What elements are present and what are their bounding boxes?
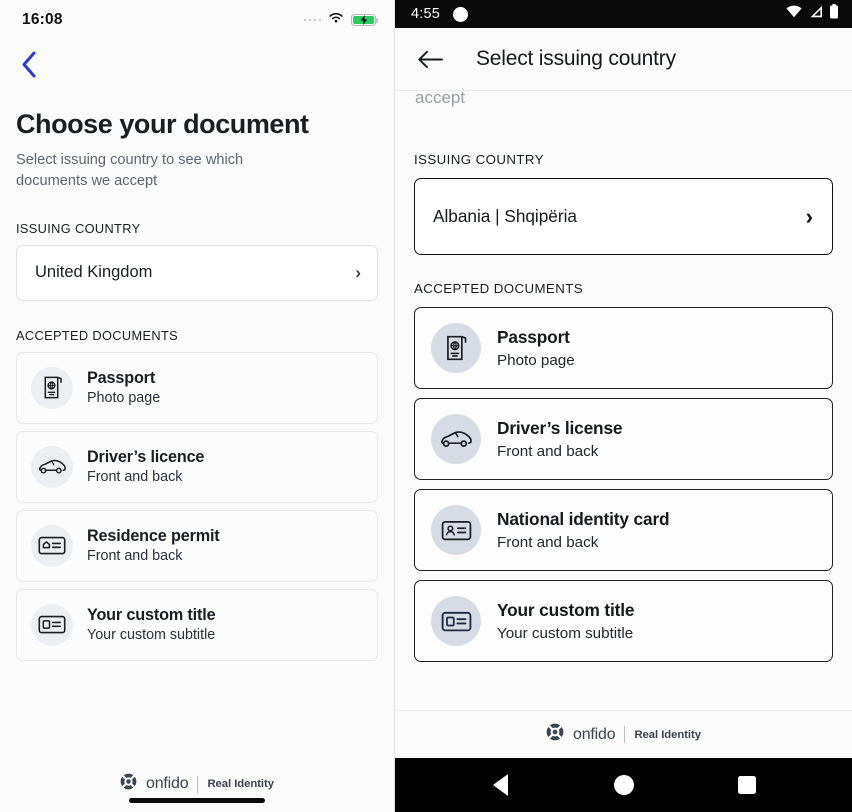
passport-icon	[431, 323, 481, 373]
document-text: Passport Photo page	[497, 327, 575, 369]
page-subtitle: Select issuing country to see which docu…	[16, 151, 244, 189]
car-icon	[31, 445, 73, 488]
accepted-documents-label: ACCEPTED DOCUMENTS	[414, 281, 583, 296]
ios-status-bar: 16:08	[0, 0, 394, 40]
wifi-icon	[328, 11, 344, 29]
battery-icon	[829, 4, 839, 24]
onfido-logo-icon	[546, 723, 564, 746]
accepted-documents-label: ACCEPTED DOCUMENTS	[16, 327, 179, 343]
document-subtitle: Your custom subtitle	[87, 627, 216, 644]
android-navigation-bar	[395, 758, 852, 812]
android-phone-panel: 4:55 Select issuing country accept ISSUI…	[395, 0, 852, 812]
brand-name: onfido	[146, 775, 189, 792]
onfido-logo-icon	[120, 773, 137, 795]
document-option-passport[interactable]: Passport Photo page	[414, 307, 833, 389]
document-option-custom[interactable]: Your custom title Your custom subtitle	[16, 588, 378, 661]
document-title: Residence permit	[87, 527, 220, 546]
signal-dots-icon	[303, 18, 321, 22]
screenshot-root: 16:08 Choose your document Select issuin…	[0, 0, 852, 812]
android-status-bar: 4:55	[395, 0, 852, 28]
document-title: Your custom title	[497, 600, 635, 620]
nav-back-icon[interactable]	[478, 762, 524, 808]
document-title: Passport	[87, 369, 156, 388]
brand-divider	[624, 726, 626, 743]
issuing-country-label: ISSUING COUNTRY	[414, 152, 544, 167]
nav-recents-icon[interactable]	[724, 762, 770, 808]
national-id-card-icon	[431, 505, 481, 555]
document-text: Driver’s license Front and back	[497, 418, 623, 460]
residence-permit-icon	[31, 524, 73, 567]
chevron-left-icon[interactable]	[12, 47, 46, 81]
document-title: Your custom title	[87, 606, 216, 625]
document-text: Driver’s licence Front and back	[87, 448, 204, 485]
ios-status-icons	[303, 11, 379, 29]
selected-country-value: United Kingdom	[35, 263, 153, 282]
document-title: Driver’s licence	[87, 448, 205, 467]
brand-divider	[197, 775, 199, 793]
chevron-right-icon: ›	[355, 263, 361, 283]
document-subtitle: Photo page	[87, 390, 161, 407]
document-text: Residence permit Front and back	[87, 527, 220, 564]
cell-signal-icon	[808, 5, 823, 23]
document-text: National identity card Front and back	[497, 509, 670, 551]
app-bar-title: Select issuing country	[476, 47, 676, 70]
android-status-icons	[786, 4, 839, 24]
ios-footer: onfido Real Identity	[0, 756, 394, 812]
ios-nav-bar	[0, 40, 394, 88]
android-status-left: 4:55	[411, 6, 469, 22]
android-status-time: 4:55	[411, 6, 441, 22]
document-option-drivers-licence[interactable]: Driver’s licence Front and back	[16, 430, 378, 503]
android-app-bar: Select issuing country	[395, 28, 852, 90]
id-card-icon	[31, 603, 73, 646]
document-option-custom[interactable]: Your custom title Your custom subtitle	[414, 580, 833, 662]
document-option-drivers-license[interactable]: Driver’s license Front and back	[414, 398, 833, 480]
android-footer: onfido Real Identity	[395, 710, 852, 758]
document-option-passport[interactable]: Passport Photo page	[16, 351, 378, 424]
country-selector[interactable]: United Kingdom ›	[16, 244, 378, 301]
id-card-icon	[431, 596, 481, 646]
arrow-left-icon[interactable]	[417, 46, 443, 72]
document-text: Your custom title Your custom subtitle	[497, 600, 634, 642]
ios-phone-panel: 16:08 Choose your document Select issuin…	[0, 0, 395, 812]
nav-home-icon[interactable]	[601, 762, 647, 808]
onfido-brand-lockup: onfido Real Identity	[546, 723, 701, 746]
battery-charging-icon	[351, 13, 379, 27]
document-subtitle: Photo page	[497, 352, 575, 369]
camera-punchhole	[453, 6, 469, 22]
android-scroll-content[interactable]: accept ISSUING COUNTRY Albania | Shqipër…	[395, 90, 852, 710]
document-subtitle: Front and back	[87, 469, 183, 486]
wifi-icon	[786, 5, 802, 23]
document-subtitle: Your custom subtitle	[497, 625, 634, 642]
ios-status-time: 16:08	[22, 11, 63, 28]
issuing-country-label: ISSUING COUNTRY	[16, 220, 141, 236]
document-text: Passport Photo page	[87, 369, 160, 406]
document-subtitle: Front and back	[497, 443, 599, 460]
document-subtitle: Front and back	[87, 548, 183, 565]
brand-tagline: Real Identity	[634, 728, 701, 741]
onfido-brand-lockup: onfido Real Identity	[120, 773, 274, 795]
ios-content: Choose your document Select issuing coun…	[0, 88, 394, 756]
document-option-residence-permit[interactable]: Residence permit Front and back	[16, 509, 378, 582]
chevron-right-icon: ›	[805, 203, 813, 229]
car-icon	[431, 414, 481, 464]
brand-name: onfido	[573, 725, 616, 743]
document-title: Passport	[497, 327, 570, 347]
page-title: Choose your document	[16, 109, 309, 139]
brand-tagline: Real Identity	[207, 778, 274, 790]
passport-icon	[31, 366, 73, 409]
country-selector[interactable]: Albania | Shqipëria ›	[414, 178, 833, 255]
ios-home-indicator[interactable]	[129, 798, 265, 803]
document-title: Driver’s license	[497, 418, 623, 438]
document-title: National identity card	[497, 509, 670, 529]
document-text: Your custom title Your custom subtitle	[87, 606, 216, 644]
selected-country-value: Albania | Shqipëria	[433, 206, 577, 226]
clipped-scroll-text: accept	[415, 90, 466, 107]
document-option-national-id[interactable]: National identity card Front and back	[414, 489, 833, 571]
document-subtitle: Front and back	[497, 534, 599, 551]
